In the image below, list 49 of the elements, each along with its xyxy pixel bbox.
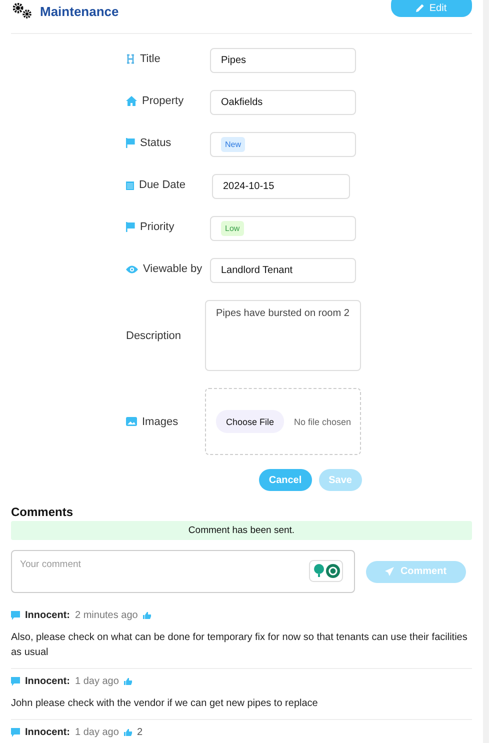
comment-field[interactable]: Your comment: [11, 550, 355, 593]
thumbs-up-icon[interactable]: [124, 678, 132, 685]
comment-text: John please check with the vendor if we can get new pipes to replace: [11, 697, 319, 711]
comment-author: Innocent:: [25, 676, 70, 687]
input-field[interactable]: Oakfields: [210, 90, 356, 115]
comment-author: Innocent:: [25, 610, 70, 621]
status-tag: New: [221, 137, 246, 152]
field-label: Images: [142, 416, 178, 428]
date-field[interactable]: 2024-10-15: [212, 174, 350, 199]
field-label: Property: [142, 95, 184, 107]
pencil-icon: [416, 4, 424, 12]
thumbs-up-icon[interactable]: [124, 729, 132, 736]
comment-icon: [11, 728, 20, 737]
grammar-tool-icon[interactable]: [309, 560, 343, 582]
comment-author: Innocent:: [25, 727, 70, 738]
comment-time: 2 minutes ago: [75, 610, 138, 621]
like-count: 2: [136, 727, 142, 738]
thumbs-up-icon[interactable]: [142, 612, 151, 619]
page-title: Maintenance: [40, 4, 119, 18]
comment-time: 1 day ago: [75, 727, 119, 738]
upload-area[interactable]: Choose File No file chosen: [205, 388, 361, 455]
comment-icon: [11, 677, 20, 686]
image-icon: [126, 417, 137, 426]
home-icon: [126, 96, 137, 106]
section-title: Comments: [11, 505, 74, 519]
eye-icon: [126, 264, 138, 274]
status-tag: Low: [221, 221, 244, 236]
choose-file-button[interactable]: Choose File: [216, 410, 284, 433]
field-label: Status: [140, 137, 172, 149]
flag-icon: [126, 138, 135, 148]
field-label: Priority: [140, 221, 174, 233]
comment-time: 1 day ago: [75, 676, 119, 687]
calendar-icon: [126, 180, 134, 190]
send-icon: [385, 567, 394, 576]
success-alert: Comment has been sent.: [11, 521, 472, 540]
gears-icon: [13, 3, 32, 19]
select-field[interactable]: New: [210, 132, 356, 157]
field-label: Due Date: [139, 179, 186, 191]
description-field[interactable]: Pipes have bursted on room 2: [205, 300, 361, 371]
flag-icon: [126, 222, 135, 232]
comment-text: Also, please check on what can be done for temporary fix for now so that tenants can use their facilities as usual: [11, 631, 468, 660]
heading-icon: [126, 54, 135, 64]
input-field[interactable]: Pipes: [210, 48, 356, 73]
field-label: Title: [140, 53, 160, 65]
input-field[interactable]: Landlord Tenant: [210, 258, 356, 283]
field-label: Description: [126, 330, 182, 342]
field-label: Viewable by: [143, 263, 202, 275]
file-status: No file chosen: [294, 416, 352, 426]
comment-icon: [11, 611, 20, 620]
